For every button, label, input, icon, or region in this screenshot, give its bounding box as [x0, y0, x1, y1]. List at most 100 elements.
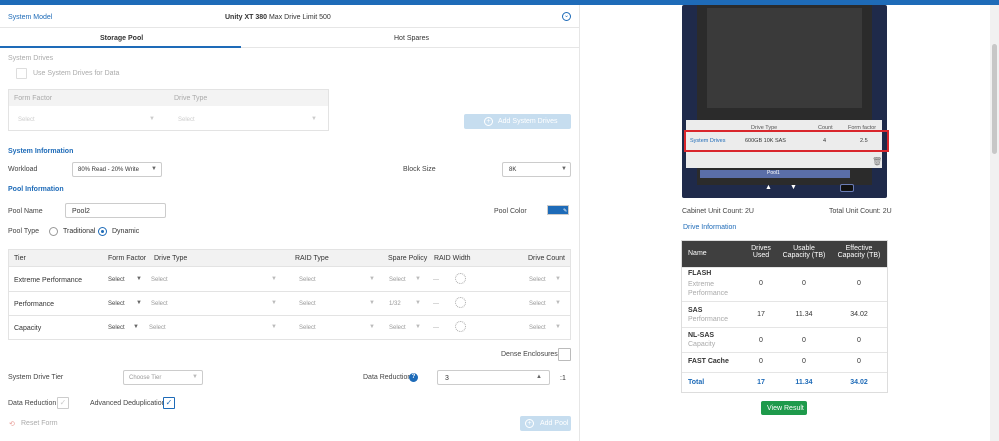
use-system-drives-checkbox[interactable]	[16, 68, 27, 79]
sd-form-factor-select[interactable]: Select	[18, 117, 35, 123]
workload-chevron-icon: ▼	[151, 166, 157, 172]
pool-type-dynamic-radio[interactable]	[98, 227, 107, 236]
plus-icon: +	[484, 117, 493, 126]
drive-count-select[interactable]: Select	[529, 301, 546, 307]
overlay-row-ff: 2.5	[860, 138, 868, 144]
dt-usable-header: Usable Capacity (TB)	[782, 245, 826, 259]
tier-header: Tier	[14, 255, 26, 262]
drive-type-select[interactable]: Select	[151, 301, 168, 307]
chevron-down-icon: ▼	[555, 300, 561, 306]
dt-row-effective: 0	[857, 280, 861, 287]
pool-information-title: Pool Information	[8, 186, 64, 193]
reset-form-link[interactable]: Reset Form	[21, 420, 58, 427]
system-model-value: Unity XT 380 Max Drive Limit 500	[225, 14, 331, 21]
scrollbar-thumb[interactable]	[992, 44, 997, 154]
raid-type-select[interactable]: Select	[299, 301, 316, 307]
raid-width-value: ---	[433, 277, 439, 283]
drive-type-header: Drive Type	[154, 255, 188, 262]
overlay-row-count: 4	[823, 138, 827, 144]
spare-policy-select[interactable]: Select	[389, 277, 406, 283]
dt-row-used: 17	[757, 311, 765, 318]
pool-name-value: Pool2	[72, 208, 90, 215]
dt-row-effective: 0	[857, 337, 861, 344]
workload-value: 80% Read - 20% Write	[78, 167, 139, 173]
dt-row-sub: Performance	[688, 316, 729, 323]
chevron-down-icon: ▼	[271, 324, 277, 330]
form-factor-select[interactable]: Select	[108, 325, 125, 331]
sd-drive-type-select[interactable]: Select	[178, 117, 195, 123]
pool-color-label: Pool Color	[494, 208, 527, 215]
arrow-down-icon[interactable]: ▼	[790, 184, 797, 191]
arrow-up-icon[interactable]: ▲	[765, 184, 772, 191]
enclosure-front	[707, 8, 862, 108]
help-icon[interactable]: ?	[409, 373, 418, 382]
dt-name-header: Name	[688, 250, 707, 257]
view-result-label: View Result	[767, 405, 804, 412]
enclosure-logo-icon	[840, 184, 854, 192]
chevron-down-icon: ▼	[415, 300, 421, 306]
raid-width-value: ---	[433, 325, 439, 331]
chevron-down-icon: ▼	[136, 276, 142, 282]
form-factor-select[interactable]: Select	[108, 277, 125, 283]
data-reduction-label: Data Reduction	[363, 374, 412, 381]
dt-row-effective: 34.02	[850, 311, 868, 318]
system-drives-table-header	[9, 90, 328, 106]
raid-width-dial-icon[interactable]	[455, 297, 466, 308]
spare-policy-select[interactable]: Select	[389, 325, 406, 331]
raid-width-dial-icon[interactable]	[455, 273, 466, 284]
tier-name: Performance	[14, 301, 55, 308]
sd-drive-type-header: Drive Type	[174, 95, 208, 102]
dt-total-name: Total	[688, 379, 705, 386]
chevron-down-icon: ▼	[271, 276, 277, 282]
raid-width-value: ---	[433, 301, 439, 307]
tab-hot-spares-label: Hot Spares	[394, 35, 430, 42]
pool-strip-label: Pool1	[767, 170, 780, 176]
table-row	[8, 292, 571, 316]
raid-width-header: RAID Width	[434, 255, 471, 262]
chevron-down-icon: ▼	[136, 300, 142, 306]
pool-name-label: Pool Name	[8, 208, 43, 215]
pool-type-traditional-radio[interactable]	[49, 227, 58, 236]
data-reduction-checkbox[interactable]: ✓	[57, 397, 69, 409]
dt-row-used: 0	[759, 280, 763, 287]
add-pool-label: Add Pool	[540, 420, 569, 427]
data-reduction-input[interactable]	[437, 370, 550, 385]
drive-count-select[interactable]: Select	[529, 277, 546, 283]
chevron-down-icon: ▼	[415, 324, 421, 330]
pool-type-label: Pool Type	[8, 228, 40, 235]
add-system-drives-label: Add System Drives	[498, 118, 558, 125]
data-reduction-value: 3	[445, 375, 449, 382]
block-size-chevron-icon: ▼	[561, 166, 567, 172]
chevron-down-icon[interactable]: ⌄	[562, 12, 571, 21]
dt-row-name: SAS	[688, 307, 703, 314]
chevron-down-icon: ▼	[415, 276, 421, 282]
system-model-label: System Model	[8, 14, 53, 21]
sd-form-factor-chevron-icon: ▼	[149, 116, 155, 122]
form-factor-select[interactable]: Select	[108, 301, 125, 307]
raid-type-select[interactable]: Select	[299, 277, 316, 283]
chevron-down-icon: ▼	[271, 300, 277, 306]
reset-icon: ⟲	[9, 421, 15, 428]
spare-policy-select[interactable]: 1/32	[389, 301, 401, 307]
drive-count-header: Drive Count	[528, 255, 565, 262]
data-reduction-check-label: Data Reduction	[8, 400, 57, 407]
chevron-down-icon: ▼	[369, 300, 375, 306]
chevron-down-icon: ▼	[555, 276, 561, 282]
drive-type-select[interactable]: Select	[149, 325, 166, 331]
stepper-up-icon[interactable]: ▲	[536, 374, 542, 380]
trash-icon[interactable]: 🗑	[872, 157, 882, 166]
raid-type-select[interactable]: Select	[299, 325, 316, 331]
plus-icon: +	[525, 419, 534, 428]
raid-width-dial-icon[interactable]	[455, 321, 466, 332]
dt-total-effective: 34.02	[850, 379, 868, 386]
dense-enclosures-label: Dense Enclosures	[501, 351, 558, 358]
drive-information-title: Drive Information	[683, 224, 737, 231]
drive-type-select[interactable]: Select	[151, 277, 168, 283]
tab-storage-pool-label: Storage Pool	[100, 35, 144, 42]
chevron-down-icon: ▼	[369, 324, 375, 330]
dense-enclosures-checkbox[interactable]	[558, 348, 571, 361]
advanced-deduplication-checkbox[interactable]: ✓	[163, 397, 175, 409]
drive-count-select[interactable]: Select	[529, 325, 546, 331]
spare-policy-header: Spare Policy	[388, 255, 428, 262]
data-reduction-suffix: :1	[560, 375, 566, 382]
